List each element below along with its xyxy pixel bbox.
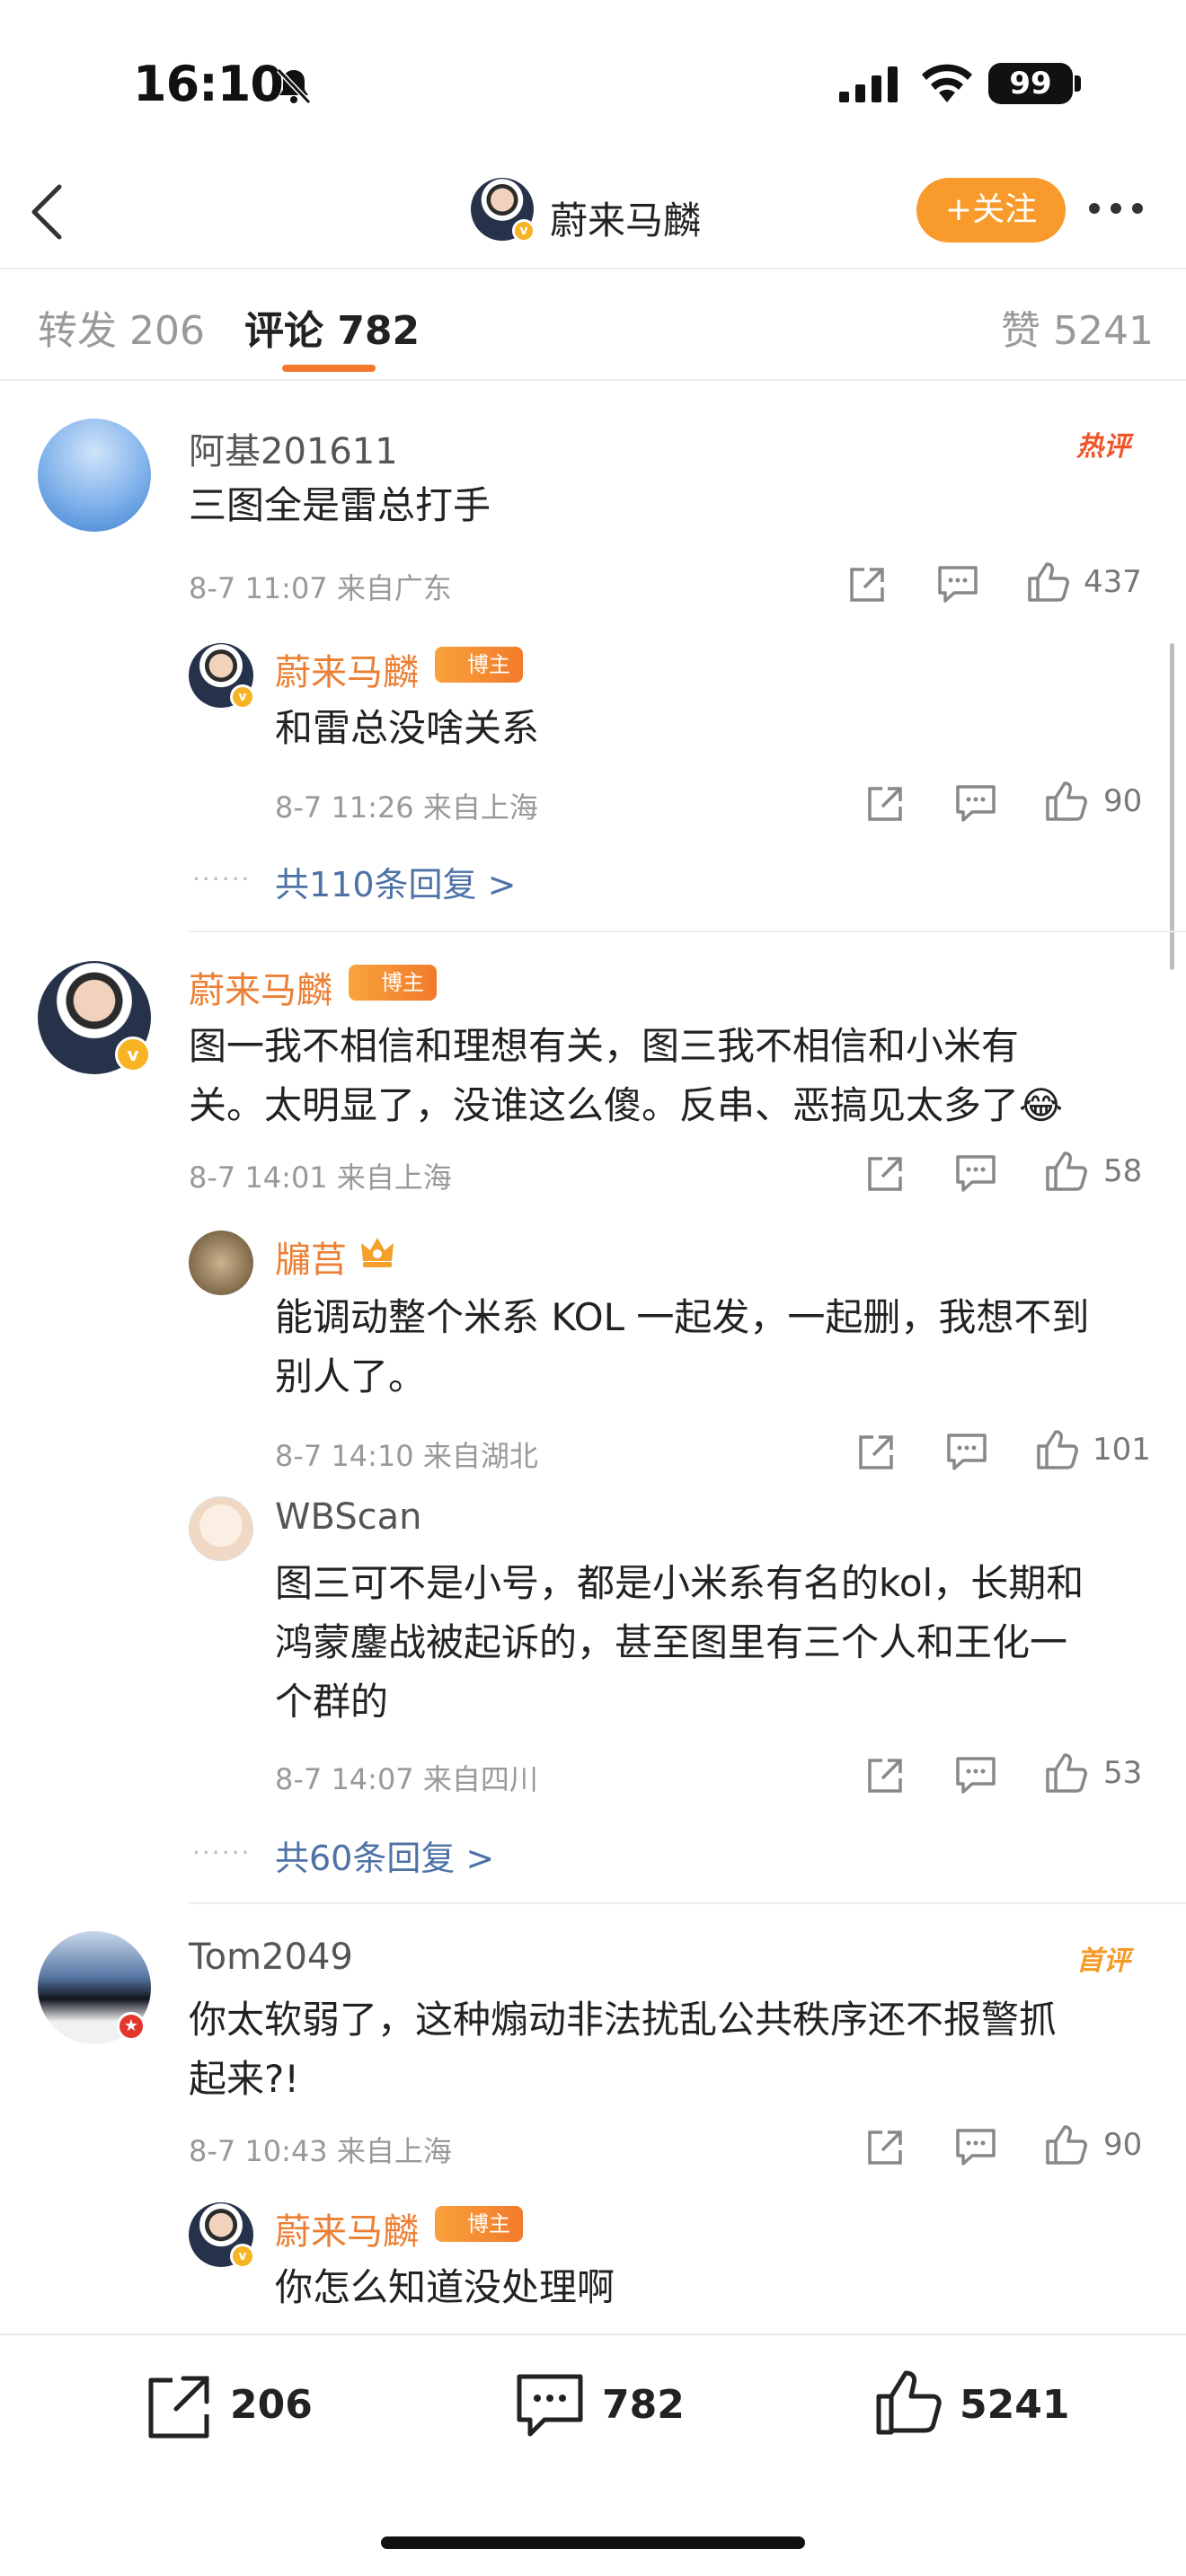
first-comment-tag: 首评 xyxy=(1076,1945,1130,1977)
avatar[interactable] xyxy=(38,419,151,532)
comment-icon[interactable] xyxy=(945,1432,988,1473)
blogger-badge: 博主 xyxy=(349,965,437,1001)
like-icon[interactable] xyxy=(1044,1148,1089,1193)
wifi-icon xyxy=(920,63,974,102)
like-count: 437 xyxy=(1084,564,1142,600)
blogger-badge: 博主 xyxy=(435,647,523,683)
comment-divider xyxy=(189,1902,1186,1904)
battery-tip xyxy=(1075,75,1081,92)
bottom-like-count[interactable]: 5241 xyxy=(960,2382,1069,2428)
more-icon[interactable] xyxy=(1085,198,1146,219)
reply-text-line: 能调动整个米系 KOL 一起发，一起删，我想不到 xyxy=(275,1295,1090,1339)
reply-text-line: 图三可不是小号，都是小米系有名的kol，长期和 xyxy=(275,1561,1084,1605)
comment-meta: 8-7 14:01 来自上海 xyxy=(189,1160,452,1195)
signal-icon xyxy=(839,66,900,102)
tabs-divider xyxy=(0,379,1186,381)
like-icon[interactable] xyxy=(1044,778,1089,823)
follow-button[interactable]: +关注 xyxy=(916,178,1066,243)
verified-badge: v xyxy=(230,2244,255,2269)
verified-badge: v xyxy=(512,219,535,243)
more-replies-dots: ······ xyxy=(192,864,252,894)
comment-meta: 8-7 10:43 来自上海 xyxy=(189,2134,452,2168)
comment-text-line: 图一我不相信和理想有关，图三我不相信和小米有 xyxy=(189,1024,1020,1068)
like-icon[interactable] xyxy=(1044,2122,1089,2166)
comment-divider xyxy=(189,931,1186,932)
reply-username[interactable]: WBScan xyxy=(275,1496,422,1538)
tab-repost[interactable]: 转发 206 xyxy=(38,298,205,356)
comment-username[interactable]: 阿基201611 xyxy=(189,422,398,474)
hot-comment-tag: 热评 xyxy=(1076,431,1130,463)
reply-meta: 8-7 14:07 来自四川 xyxy=(275,1762,538,1796)
comment-icon[interactable] xyxy=(936,564,979,605)
like-count: 58 xyxy=(1103,1153,1143,1189)
share-icon[interactable] xyxy=(864,2127,906,2168)
verified-badge: v xyxy=(115,1037,151,1072)
like-icon[interactable] xyxy=(1035,1426,1080,1471)
share-icon[interactable] xyxy=(864,1153,906,1195)
comment-username[interactable]: 蔚来马麟 xyxy=(189,961,332,1013)
reply-text-line: 鸿蒙鏖战被起诉的，甚至图里有三个人和王化一 xyxy=(275,1620,1068,1664)
comment-text-line: 你太软弱了，这种煽动非法扰乱公共秩序还不报警抓 xyxy=(189,1998,1058,2042)
like-icon[interactable] xyxy=(1026,559,1071,604)
like-count: 90 xyxy=(1103,783,1143,819)
avatar[interactable] xyxy=(189,1231,253,1295)
status-time: 16:10 xyxy=(133,56,284,112)
like-count: 101 xyxy=(1093,1432,1151,1468)
comment-icon[interactable] xyxy=(514,2371,586,2441)
crown-icon xyxy=(359,1234,395,1270)
share-icon[interactable] xyxy=(864,783,906,825)
reply-text: 你怎么知道没处理啊 xyxy=(275,2265,615,2309)
more-replies-link[interactable]: 共110条回复 > xyxy=(275,857,516,906)
bottom-repost-count[interactable]: 206 xyxy=(230,2382,313,2428)
back-icon[interactable] xyxy=(27,183,66,241)
tab-like[interactable]: 赞 5241 xyxy=(1001,298,1154,356)
red-v-badge: ★ xyxy=(117,2012,146,2041)
more-replies-link[interactable]: 共60条回复 > xyxy=(275,1831,494,1880)
comment-username[interactable]: Tom2049 xyxy=(189,1936,353,1978)
reply-username[interactable]: 牖莒 xyxy=(275,1231,347,1283)
comment-text-line: 起来?! xyxy=(189,2057,300,2101)
share-icon[interactable] xyxy=(846,564,888,605)
header-username[interactable]: 蔚来马麟 xyxy=(550,190,701,245)
comment-meta: 8-7 11:07 来自广东 xyxy=(189,571,452,605)
tab-comment[interactable]: 评论 782 xyxy=(244,298,420,356)
header-divider xyxy=(0,268,1186,269)
reply-text-line: 别人了。 xyxy=(275,1354,427,1398)
share-icon[interactable] xyxy=(855,1432,897,1473)
battery-indicator: 99 xyxy=(988,63,1073,104)
comment-icon[interactable] xyxy=(954,2127,997,2168)
more-replies-dots: ······ xyxy=(192,1838,252,1867)
verified-badge: v xyxy=(230,684,255,710)
comment-icon[interactable] xyxy=(954,1755,997,1796)
comment-text-line: 关。太明显了，没谁这么傻。反串、恶搞见太多了😂 xyxy=(189,1083,1064,1127)
home-indicator[interactable] xyxy=(381,2536,805,2549)
reply-meta: 8-7 14:10 来自湖北 xyxy=(275,1439,538,1473)
like-count: 90 xyxy=(1103,2127,1143,2163)
reply-username[interactable]: 蔚来马麟 xyxy=(275,643,419,695)
share-icon[interactable] xyxy=(144,2373,214,2441)
bottom-comment-count[interactable]: 782 xyxy=(602,2382,685,2428)
comment-icon[interactable] xyxy=(954,1153,997,1195)
scrollbar[interactable] xyxy=(1170,643,1174,970)
like-count: 53 xyxy=(1103,1755,1143,1791)
like-icon[interactable] xyxy=(873,2366,945,2438)
comment-text: 三图全是雷总打手 xyxy=(189,483,491,527)
share-icon[interactable] xyxy=(864,1755,906,1796)
like-icon[interactable] xyxy=(1044,1750,1089,1795)
blogger-badge: 博主 xyxy=(435,2206,523,2242)
avatar[interactable] xyxy=(189,1496,253,1561)
mute-bell-icon xyxy=(273,65,314,106)
tab-active-indicator xyxy=(282,365,376,372)
reply-text-line: 个群的 xyxy=(275,1680,389,1724)
comment-icon[interactable] xyxy=(954,783,997,825)
reply-meta: 8-7 11:26 来自上海 xyxy=(275,790,538,825)
reply-username[interactable]: 蔚来马麟 xyxy=(275,2202,419,2254)
reply-text: 和雷总没啥关系 xyxy=(275,706,540,750)
